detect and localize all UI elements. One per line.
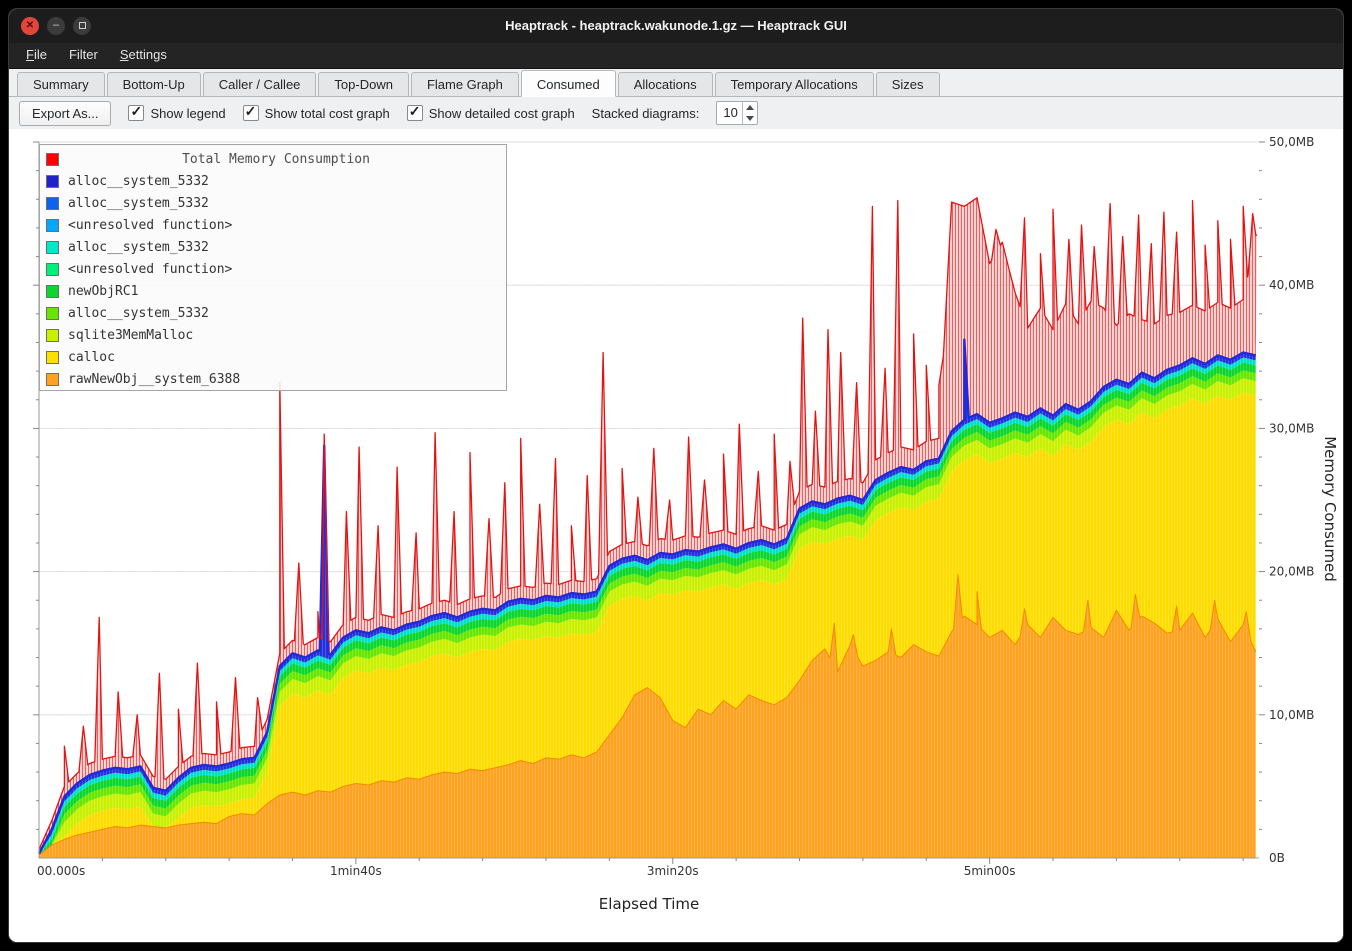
spinbox-buttons: [742, 102, 757, 124]
tab-sizes[interactable]: Sizes: [876, 72, 940, 97]
close-button[interactable]: ✕: [21, 17, 39, 35]
tab-bar: SummaryBottom-UpCaller / CalleeTop-DownF…: [9, 69, 1343, 97]
triangle-up-icon: [746, 105, 754, 110]
maximize-button[interactable]: [73, 17, 91, 35]
minimize-icon: –: [53, 19, 59, 31]
legend-item: alloc__system_5332: [40, 236, 506, 258]
legend-swatch: [46, 285, 59, 298]
titlebar[interactable]: ✕ – Heaptrack - heaptrack.wakunode.1.gz …: [9, 9, 1343, 43]
tab-top-down[interactable]: Top-Down: [318, 72, 409, 97]
legend-swatch: [46, 153, 59, 166]
y-tick-label: 20,0MB: [1269, 565, 1314, 579]
x-tick-label: 1min40s: [330, 864, 382, 878]
legend-item: calloc: [40, 346, 506, 368]
heaptrack-window: ✕ – Heaptrack - heaptrack.wakunode.1.gz …: [8, 8, 1344, 943]
y-tick-label: 40,0MB: [1269, 278, 1314, 292]
x-tick-label: 00.000s: [37, 864, 85, 878]
legend-label: <unresolved function>: [68, 262, 232, 277]
x-tick-label: 3min20s: [647, 864, 699, 878]
legend-label: Total Memory Consumption: [68, 152, 484, 167]
y-tick-label: 50,0MB: [1269, 135, 1314, 149]
legend-swatch: [46, 307, 59, 320]
legend-item: <unresolved function>: [40, 214, 506, 236]
menu-file[interactable]: File: [15, 43, 58, 66]
legend-label: newObjRC1: [68, 284, 138, 299]
check-icon: ✓: [245, 103, 257, 120]
legend-item: alloc__system_5332: [40, 302, 506, 324]
stacked-diagrams-spinbox[interactable]: 10: [716, 101, 758, 125]
y-tick-label: 0B: [1269, 851, 1285, 865]
x-axis-title: Elapsed Time: [39, 895, 1259, 913]
legend-label: rawNewObj__system_6388: [68, 372, 240, 387]
tab-consumed[interactable]: Consumed: [521, 70, 616, 97]
tab-summary[interactable]: Summary: [17, 72, 105, 97]
check-icon: ✓: [409, 103, 421, 120]
y-tick-label: 10,0MB: [1269, 708, 1314, 722]
y-tick-label: 30,0MB: [1269, 421, 1314, 435]
legend-swatch: [46, 329, 59, 342]
tab-caller-callee[interactable]: Caller / Callee: [203, 72, 317, 97]
menu-settings[interactable]: Settings: [109, 43, 178, 66]
tab-bottom-up[interactable]: Bottom-Up: [107, 72, 201, 97]
window-title: Heaptrack - heaptrack.wakunode.1.gz — He…: [9, 9, 1343, 43]
checkbox-box: ✓: [407, 105, 423, 121]
legend-label: alloc__system_5332: [68, 240, 209, 255]
legend-item: alloc__system_5332: [40, 170, 506, 192]
legend-swatch: [46, 175, 59, 188]
legend-label: sqlite3MemMalloc: [68, 328, 193, 343]
show-detailed-cost-graph-checkbox[interactable]: ✓ Show detailed cost graph: [407, 105, 575, 121]
menu-filter[interactable]: Filter: [58, 43, 109, 66]
x-tick-label: 5min00s: [964, 864, 1016, 878]
legend-label: <unresolved function>: [68, 218, 232, 233]
check-icon: ✓: [130, 103, 142, 120]
toolbar: Export As... ✓ Show legend ✓ Show total …: [9, 97, 1343, 129]
legend-label: alloc__system_5332: [68, 306, 209, 321]
legend-item: alloc__system_5332: [40, 192, 506, 214]
show-total-cost-graph-checkbox[interactable]: ✓ Show total cost graph: [243, 105, 390, 121]
legend-swatch: [46, 373, 59, 386]
legend-label: calloc: [68, 350, 115, 365]
y-axis-title: Memory Consumed: [1321, 424, 1339, 594]
legend-label: alloc__system_5332: [68, 196, 209, 211]
tab-temporary-allocations[interactable]: Temporary Allocations: [715, 72, 874, 97]
chart-legend: Total Memory Consumption alloc__system_53…: [39, 144, 507, 391]
legend-item: <unresolved function>: [40, 258, 506, 280]
legend-item: newObjRC1: [40, 280, 506, 302]
spin-down-button[interactable]: [743, 113, 757, 124]
menubar: FileFilterSettings: [9, 43, 1343, 69]
legend-title-row: Total Memory Consumption: [40, 148, 506, 170]
legend-swatch: [46, 219, 59, 232]
checkbox-label: Show detailed cost graph: [429, 106, 575, 121]
show-legend-checkbox[interactable]: ✓ Show legend: [128, 105, 225, 121]
legend-item: rawNewObj__system_6388: [40, 368, 506, 390]
legend-swatch: [46, 351, 59, 364]
tab-flame-graph[interactable]: Flame Graph: [411, 72, 519, 97]
triangle-down-icon: [746, 116, 754, 121]
legend-swatch: [46, 197, 59, 210]
tab-allocations[interactable]: Allocations: [618, 72, 713, 97]
minimize-button[interactable]: –: [47, 17, 65, 35]
close-icon: ✕: [26, 20, 34, 31]
spinbox-value: 10: [717, 102, 742, 124]
legend-swatch: [46, 241, 59, 254]
window-controls: ✕ –: [21, 17, 91, 35]
checkbox-label: Show total cost graph: [265, 106, 390, 121]
checkbox-box: ✓: [128, 105, 144, 121]
chart-area: 0B 10,0MB 20,0MB 30,0MB 40,0MB 50,0MB 00.000s 1…: [9, 129, 1344, 943]
legend-label: alloc__system_5332: [68, 174, 209, 189]
stacked-diagrams-label: Stacked diagrams:: [592, 106, 700, 121]
spin-up-button[interactable]: [743, 102, 757, 113]
maximize-icon: [79, 22, 86, 29]
legend-item: sqlite3MemMalloc: [40, 324, 506, 346]
export-as-button[interactable]: Export As...: [19, 101, 111, 126]
checkbox-label: Show legend: [150, 106, 225, 121]
legend-swatch: [46, 263, 59, 276]
checkbox-box: ✓: [243, 105, 259, 121]
